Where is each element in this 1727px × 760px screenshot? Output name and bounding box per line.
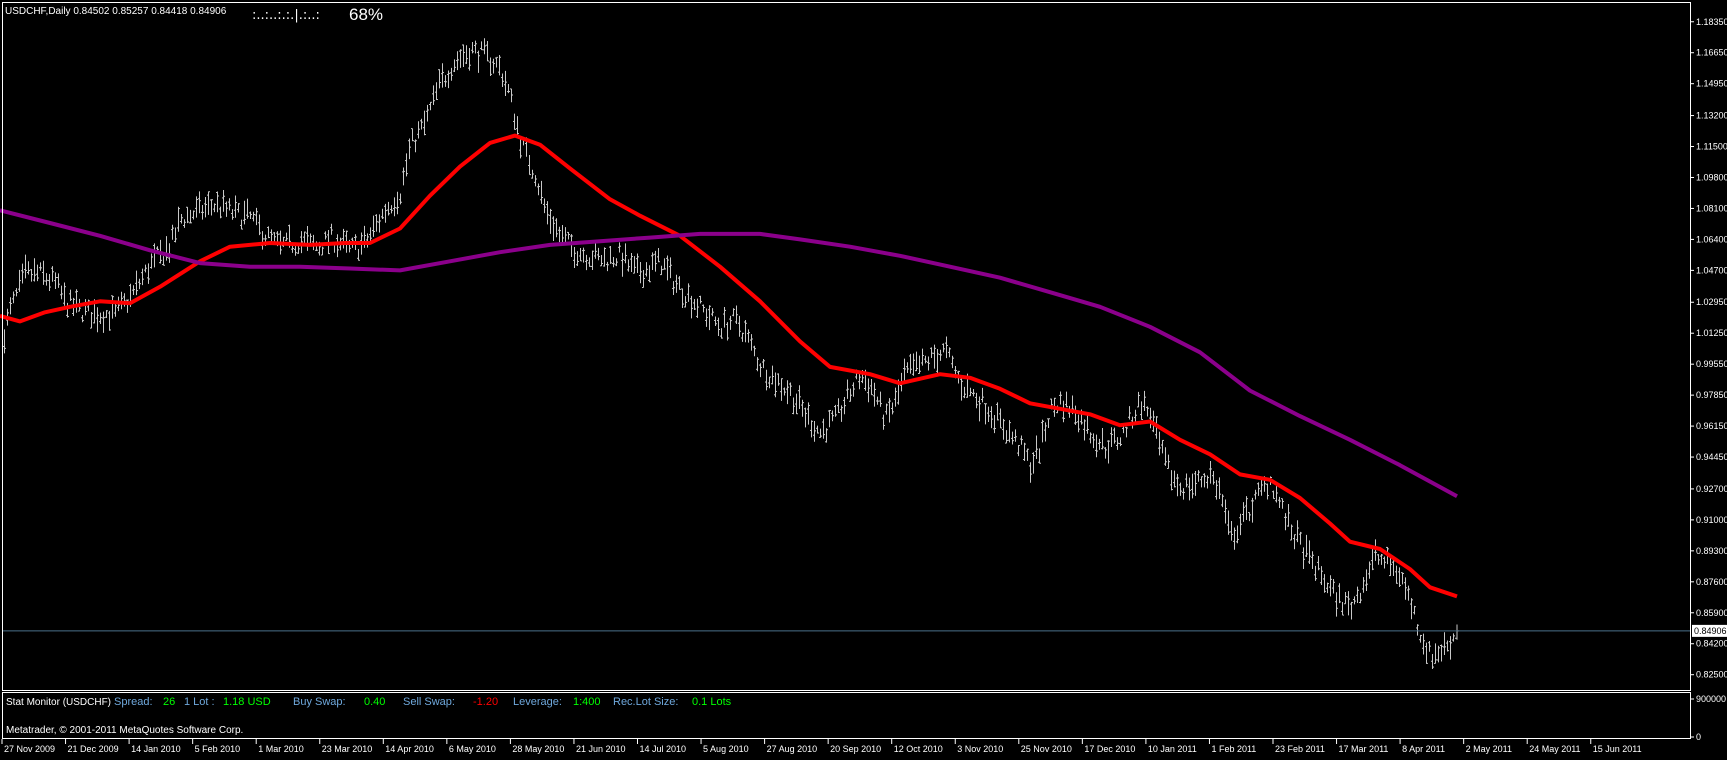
x-tick-label: 21 Jun 2010 <box>576 744 626 754</box>
y-tick-label: 1.14950 <box>1696 79 1727 89</box>
x-tick-label: 17 Dec 2010 <box>1084 744 1135 754</box>
y-tick-label: 1.01250 <box>1696 328 1727 338</box>
y-tick-label: 0.99550 <box>1696 359 1727 369</box>
y-tick-label: 0.87600 <box>1696 577 1727 587</box>
y-tick-label: 1.04700 <box>1696 265 1727 275</box>
spread-label: Spread: <box>114 696 153 708</box>
x-tick-label: 27 Nov 2009 <box>4 744 55 754</box>
copyright-text: Metatrader, © 2001-2011 MetaQuotes Softw… <box>6 725 243 736</box>
chart-window[interactable]: 1.18350 1.16650 1.14950 1.13200 1.11500 1.098… <box>0 0 1727 756</box>
rec-lot-size-label: Rec.Lot Size: <box>613 696 678 708</box>
y-tick-label: 0.84200 <box>1696 639 1727 649</box>
x-tick-label: 23 Mar 2010 <box>322 744 373 754</box>
y-tick-label: 1.08100 <box>1696 203 1727 213</box>
y-tick-label: 1.09800 <box>1696 172 1727 182</box>
y-tick-label: 1.18350 <box>1696 17 1727 27</box>
x-tick-label: 14 Jul 2010 <box>640 744 687 754</box>
rec-lot-size-value: 0.1 Lots <box>692 696 732 708</box>
stat-monitor-title: Stat Monitor (USDCHF) <box>6 697 111 708</box>
y-tick-label: 0.94450 <box>1696 452 1727 462</box>
x-tick-label: 21 Dec 2009 <box>68 744 119 754</box>
x-tick-label: 20 Sep 2010 <box>830 744 881 754</box>
x-tick-label: 15 Jun 2011 <box>1593 744 1642 754</box>
strength-indicator-percent: 68% <box>349 5 383 24</box>
x-tick-label: 1 Feb 2011 <box>1211 744 1256 754</box>
x-tick-label: 25 Nov 2010 <box>1021 744 1072 754</box>
y-tick-label: 1.11500 <box>1696 142 1727 152</box>
x-tick-label: 14 Jan 2010 <box>131 744 181 754</box>
y-tick-label: 0.85900 <box>1696 608 1727 618</box>
x-tick-label: 14 Apr 2010 <box>385 744 434 754</box>
x-tick-label: 5 Aug 2010 <box>703 744 749 754</box>
y-tick-label: 0.97850 <box>1696 390 1727 400</box>
x-tick-label: 5 Feb 2010 <box>195 744 241 754</box>
symbol-ohlc-header: USDCHF,Daily 0.84502 0.85257 0.84418 0.8… <box>5 6 227 17</box>
lot-label: 1 Lot : <box>184 696 215 708</box>
x-tick-label: 6 May 2010 <box>449 744 496 754</box>
leverage-label: Leverage: <box>513 696 562 708</box>
y-tick-label: 0.82500 <box>1696 670 1727 680</box>
y-tick-label: 1.06400 <box>1696 234 1727 244</box>
sell-swap-value: -1.20 <box>473 696 498 708</box>
sub-y-tick-label: 0 <box>1696 732 1701 742</box>
x-tick-label: 2 May 2011 <box>1466 744 1512 754</box>
x-tick-label: 28 May 2010 <box>512 744 564 754</box>
buy-swap-value: 0.40 <box>364 696 385 708</box>
x-tick-label: 3 Nov 2010 <box>957 744 1003 754</box>
x-tick-label: 17 Mar 2011 <box>1339 744 1389 754</box>
y-tick-label: 0.92700 <box>1696 484 1727 494</box>
x-tick-label: 24 May 2011 <box>1529 744 1580 754</box>
y-tick-label: 0.91000 <box>1696 515 1727 525</box>
y-tick-label: 1.13200 <box>1696 111 1727 121</box>
x-tick-label: 10 Jan 2011 <box>1148 744 1197 754</box>
sell-swap-label: Sell Swap: <box>403 696 455 708</box>
sub-y-tick-label: 900000 <box>1696 694 1726 704</box>
price-chart[interactable]: 1.18350 1.16650 1.14950 1.13200 1.11500 1.098… <box>0 0 1727 756</box>
spread-value: 26 <box>163 696 175 708</box>
buy-swap-label: Buy Swap: <box>293 696 346 708</box>
y-tick-label: 1.02950 <box>1696 297 1727 307</box>
current-price-tag-label: 0.84906 <box>1694 626 1727 636</box>
leverage-value: 1:400 <box>573 696 601 708</box>
strength-indicator-dots: :..:..:.:.|.:..: <box>252 8 320 23</box>
y-tick-label: 1.16650 <box>1696 48 1727 58</box>
x-tick-label: 8 Apr 2011 <box>1402 744 1445 754</box>
x-tick-label: 23 Feb 2011 <box>1275 744 1325 754</box>
y-tick-label: 0.96150 <box>1696 421 1727 431</box>
x-tick-label: 12 Oct 2010 <box>894 744 943 754</box>
y-tick-label: 0.89300 <box>1696 546 1727 556</box>
x-tick-label: 27 Aug 2010 <box>767 744 818 754</box>
x-tick-label: 1 Mar 2010 <box>258 744 304 754</box>
lot-value: 1.18 USD <box>223 696 271 708</box>
